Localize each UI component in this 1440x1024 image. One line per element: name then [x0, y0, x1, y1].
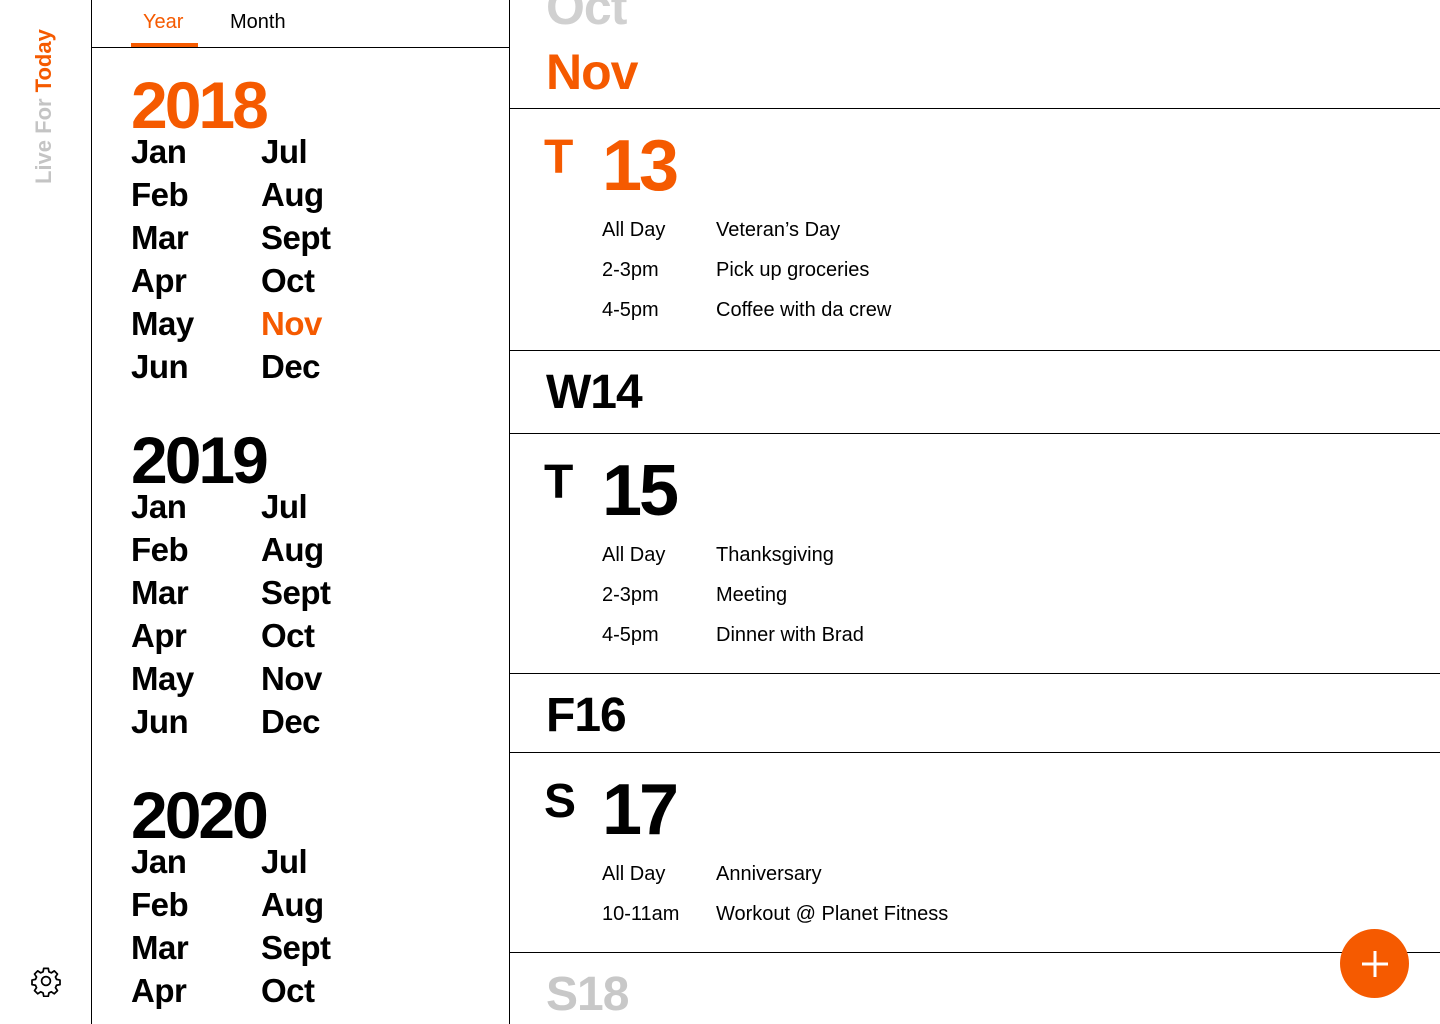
month-link[interactable]: May	[131, 659, 194, 699]
tab-year[interactable]: Year	[143, 11, 183, 34]
event-time: 10-11am	[602, 903, 680, 925]
logo-highlight: Today	[31, 29, 56, 93]
event-title[interactable]: Workout @ Planet Fitness	[716, 902, 948, 926]
divider	[510, 673, 1440, 674]
year-block: 2019 Jan Feb Mar Apr May Jun Jul Aug Sept Oct Nov De…	[131, 427, 391, 740]
event-time: 4-5pm	[602, 299, 659, 321]
month-link[interactable]: Oct	[261, 261, 315, 301]
month-link[interactable]: Mar	[131, 218, 189, 258]
month-link[interactable]: Jan	[131, 487, 187, 527]
month-link[interactable]: Dec	[261, 347, 321, 387]
divider	[510, 752, 1440, 753]
gear-icon[interactable]	[30, 965, 62, 998]
month-link[interactable]: May	[131, 304, 194, 344]
event-time: All Day	[602, 219, 666, 241]
month-link[interactable]: Apr	[131, 616, 187, 656]
month-link[interactable]: Aug	[261, 885, 324, 925]
month-link[interactable]: Feb	[131, 885, 189, 925]
year-number[interactable]: 2019	[131, 427, 391, 493]
month-link[interactable]: Dec	[261, 702, 321, 742]
month-link[interactable]: Feb	[131, 530, 189, 570]
month-link[interactable]: Apr	[131, 971, 187, 1011]
month-link[interactable]: Mar	[131, 573, 189, 613]
month-link[interactable]: Oct	[261, 616, 315, 656]
divider	[510, 108, 1440, 109]
month-header-current: Nov	[546, 44, 638, 100]
month-link[interactable]: Jun	[131, 347, 189, 387]
month-link[interactable]: Sept	[261, 573, 331, 613]
day-weekday-letter: S	[544, 775, 577, 828]
month-link[interactable]: Apr	[131, 261, 187, 301]
collapsed-day[interactable]: F16	[546, 692, 627, 740]
divider	[510, 952, 1440, 953]
event-title[interactable]: Anniversary	[716, 862, 822, 886]
month-link[interactable]: Jun	[131, 702, 189, 742]
year-block: 2018 Jan Feb Mar Apr May Jun Jul Aug Sept Oct Nov De…	[131, 72, 391, 385]
logo-prefix: Live For	[31, 92, 56, 184]
month-link[interactable]: Aug	[261, 530, 324, 570]
left-rail: Live For Today	[0, 0, 92, 1024]
event-title[interactable]: Thanksgiving	[716, 543, 834, 567]
year-number[interactable]: 2020	[131, 782, 391, 848]
month-link[interactable]: Aug	[261, 175, 324, 215]
add-event-button[interactable]	[1340, 929, 1409, 998]
event-time: All Day	[602, 544, 666, 566]
day-number[interactable]: 13	[602, 130, 679, 202]
month-link[interactable]: Nov	[261, 659, 322, 699]
day-number[interactable]: 15	[602, 455, 679, 527]
event-title[interactable]: Pick up groceries	[716, 258, 869, 282]
month-link[interactable]: Nov	[261, 304, 322, 344]
divider	[510, 350, 1440, 351]
event-time: 2-3pm	[602, 584, 659, 606]
year-column: Year Month 2018 Jan Feb Mar Apr May Jun Jul Aug S…	[92, 0, 510, 1024]
month-header-previous[interactable]: Oct	[546, 0, 627, 36]
tab-month[interactable]: Month	[230, 11, 286, 34]
agenda-column: Oct Nov T 13 All Day Veteran’s Day 2-3pm Pick…	[510, 0, 1440, 1024]
month-link[interactable]: Jan	[131, 842, 187, 882]
month-link[interactable]: Feb	[131, 175, 189, 215]
event-time: 2-3pm	[602, 259, 659, 281]
event-time: 4-5pm	[602, 624, 659, 646]
plus-icon	[1361, 950, 1388, 977]
event-title[interactable]: Meeting	[716, 583, 787, 607]
view-tabs: Year Month	[92, 0, 509, 48]
active-tab-indicator	[131, 43, 198, 47]
year-number[interactable]: 2018	[131, 72, 391, 138]
month-link[interactable]: Jul	[261, 487, 308, 527]
month-link[interactable]: Sept	[261, 928, 331, 968]
collapsed-day[interactable]: S18	[546, 971, 629, 1019]
year-block: 2020 Jan Feb Mar Apr Jul Aug Sept Oct	[131, 782, 391, 1009]
month-link[interactable]: Oct	[261, 971, 315, 1011]
event-title[interactable]: Dinner with Brad	[716, 623, 864, 647]
event-title[interactable]: Coffee with da crew	[716, 298, 891, 322]
day-number[interactable]: 17	[602, 774, 679, 846]
month-link[interactable]: Sept	[261, 218, 331, 258]
month-link[interactable]: Jul	[261, 842, 308, 882]
day-weekday-letter: T	[544, 131, 574, 184]
event-title[interactable]: Veteran’s Day	[716, 218, 840, 242]
event-time: All Day	[602, 863, 666, 885]
collapsed-day[interactable]: W14	[546, 369, 643, 417]
month-link[interactable]: Mar	[131, 928, 189, 968]
day-weekday-letter: T	[544, 456, 574, 509]
divider	[510, 433, 1440, 434]
month-link[interactable]: Jul	[261, 132, 308, 172]
app-logo: Live For Today	[31, 29, 57, 184]
month-link[interactable]: Jan	[131, 132, 187, 172]
